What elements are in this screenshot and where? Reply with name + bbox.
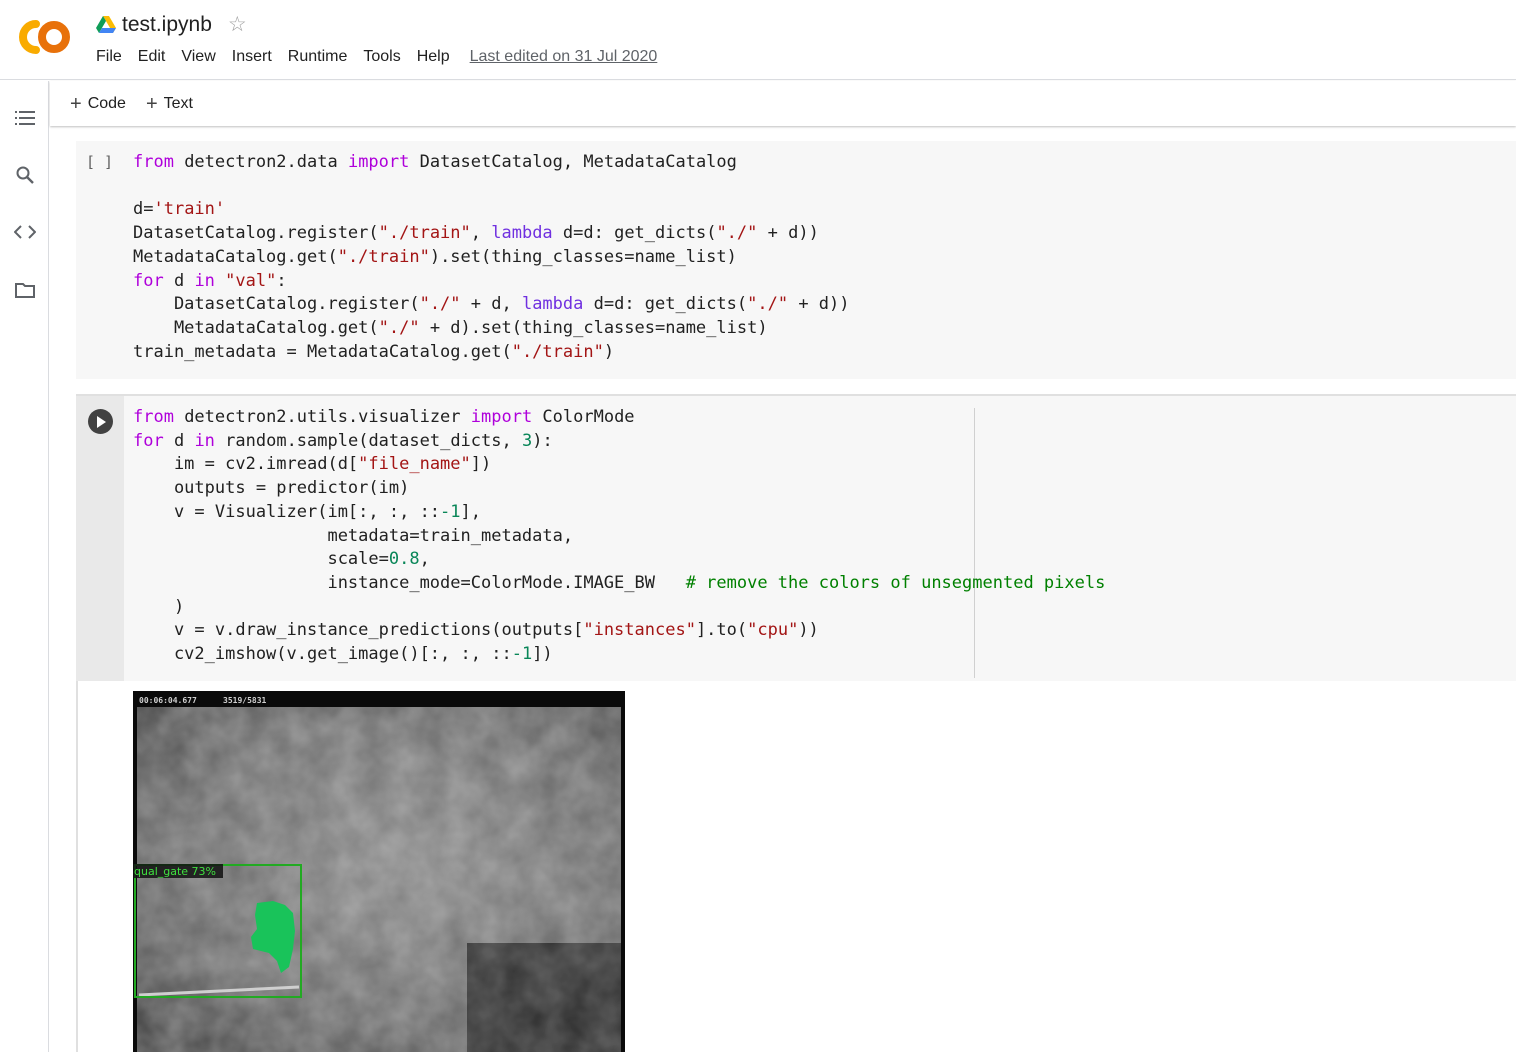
add-text-label: Text (163, 94, 193, 112)
files-icon[interactable] (12, 277, 38, 303)
code-line: scale=0.8, (133, 549, 430, 570)
cell-output: 00:06:04.677 3519/5831 qual_gate 73% (76, 681, 1516, 1052)
table-of-contents-icon[interactable] (12, 105, 38, 131)
left-rail (0, 81, 49, 1052)
execution-count[interactable]: [ ] (86, 153, 113, 171)
menu-help[interactable]: Help (409, 48, 458, 66)
add-code-label: Code (87, 94, 126, 112)
code-line: for d in "val": (133, 270, 287, 291)
star-icon[interactable]: ☆ (228, 12, 247, 37)
code-cell-active[interactable]: from detectron2.utils.visualizer import … (76, 394, 1516, 681)
menu-view[interactable]: View (173, 48, 223, 66)
menu-runtime[interactable]: Runtime (280, 48, 356, 66)
code-line: train_metadata = MetadataCatalog.get("./… (133, 341, 615, 362)
code-line: DatasetCatalog.register("./train", lambd… (133, 223, 819, 244)
code-cell[interactable]: [ ] from detectron2.data import DatasetC… (76, 141, 1516, 379)
search-icon[interactable] (12, 162, 38, 188)
code-line: MetadataCatalog.get("./" + d).set(thing_… (133, 317, 768, 338)
code-line: instance_mode=ColorMode.IMAGE_BW # remov… (133, 572, 1106, 593)
notebook-title[interactable]: test.ipynb (122, 13, 212, 37)
colab-logo[interactable] (14, 16, 74, 58)
plus-icon: + (70, 92, 82, 115)
code-line: for d in random.sample(dataset_dicts, 3)… (133, 430, 553, 451)
menu-tools[interactable]: Tools (355, 48, 408, 66)
code-snippets-icon[interactable] (12, 219, 38, 245)
code-line: outputs = predictor(im) (133, 478, 410, 499)
code-line: v = Visualizer(im[:, :, ::-1], (133, 501, 482, 522)
menu-insert[interactable]: Insert (224, 48, 280, 66)
notebook-toolbar: + Code + Text (50, 81, 1516, 126)
code-line: DatasetCatalog.register("./" + d, lambda… (133, 294, 850, 315)
code-line: metadata=train_metadata, (133, 525, 574, 546)
code-line: v = v.draw_instance_predictions(outputs[… (133, 620, 819, 641)
code-line: d='train' (133, 199, 226, 220)
play-icon (96, 415, 106, 428)
app-header: test.ipynb ☆ File Edit View Insert Runti… (0, 0, 1516, 80)
add-text-button[interactable]: + Text (146, 94, 193, 114)
code-line: from detectron2.data import DatasetCatal… (133, 152, 737, 172)
timestamp-overlay: 00:06:04.677 (139, 696, 197, 705)
frame-counter-overlay: 3519/5831 (223, 696, 267, 705)
run-cell-button[interactable] (88, 409, 113, 434)
code-line: im = cv2.imread(d["file_name"]) (133, 454, 492, 475)
code-line: from detectron2.utils.visualizer import … (133, 407, 635, 427)
code-editor[interactable]: from detectron2.utils.visualizer import … (133, 406, 1105, 667)
menu-bar: File Edit View Insert Runtime Tools Help… (88, 48, 657, 66)
code-line: ) (133, 596, 185, 617)
code-line: MetadataCatalog.get("./train").set(thing… (133, 246, 737, 267)
menu-file[interactable]: File (88, 48, 130, 66)
google-drive-icon (96, 15, 116, 33)
menu-edit[interactable]: Edit (130, 48, 174, 66)
last-edited-link[interactable]: Last edited on 31 Jul 2020 (470, 48, 658, 66)
code-editor[interactable]: from detectron2.data import DatasetCatal… (133, 151, 850, 364)
cell-gutter (76, 396, 124, 681)
output-image: 00:06:04.677 3519/5831 qual_gate 73% (133, 691, 625, 1052)
cell-gutter: [ ] (76, 141, 124, 379)
plus-icon: + (145, 92, 158, 115)
detection-label: qual_gate 73% (134, 865, 216, 878)
add-code-button[interactable]: + Code (70, 94, 126, 114)
code-line: cv2_imshow(v.get_image()[:, :, ::-1]) (133, 644, 553, 665)
